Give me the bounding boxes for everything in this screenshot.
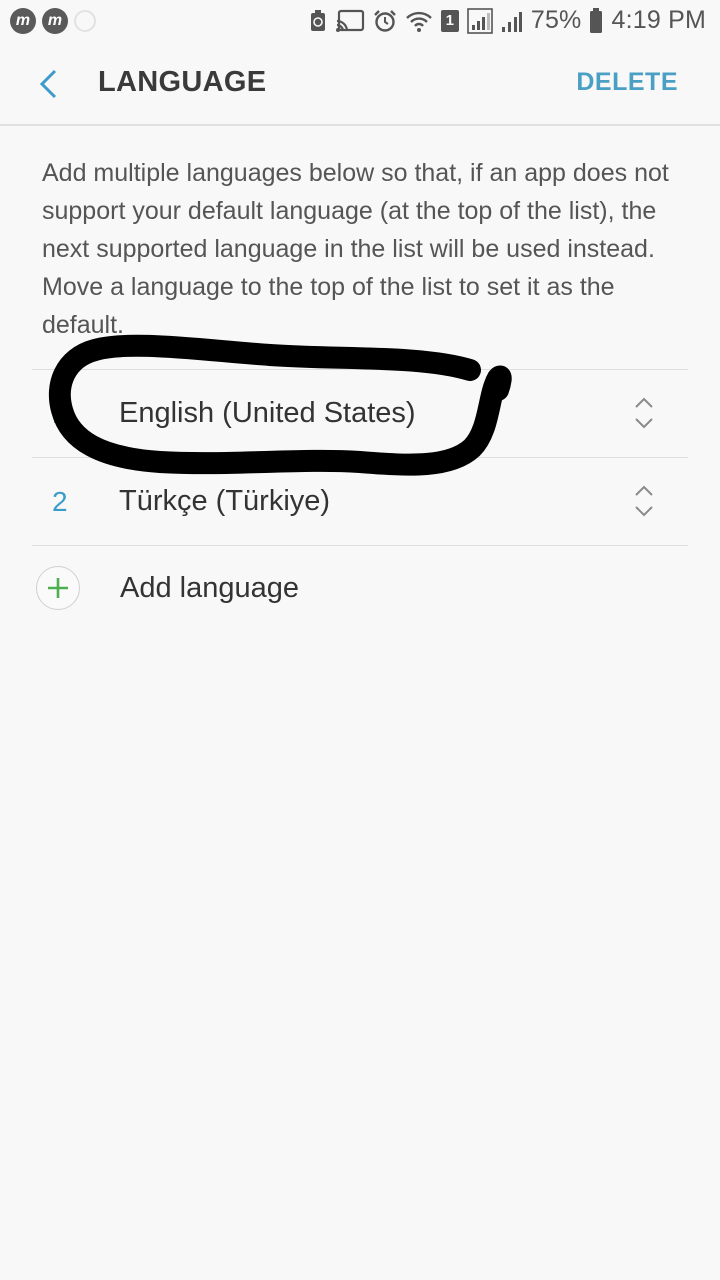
- add-language-button[interactable]: Add language: [36, 564, 299, 612]
- reorder-handle-icon[interactable]: [632, 484, 656, 518]
- m-app-icon: m: [42, 8, 68, 34]
- language-settings-screen: m m 1 75% 4:19 PM LANGUAGE DELETE Add mu…: [0, 0, 720, 1280]
- language-index: 1: [52, 398, 68, 429]
- app-bar: LANGUAGE DELETE: [0, 44, 720, 126]
- add-language-label: Add language: [120, 571, 299, 604]
- back-button[interactable]: [28, 62, 68, 106]
- status-bar-left: m m: [10, 8, 96, 34]
- description-text: Add multiple languages below so that, if…: [42, 159, 669, 339]
- battery-percent: 75%: [530, 6, 582, 34]
- sync-icon: [309, 9, 327, 33]
- clock-time: 4:19 PM: [611, 6, 706, 34]
- m-app-icon: m: [10, 8, 36, 34]
- reorder-handle-icon[interactable]: [632, 396, 656, 430]
- status-bar: m m 1 75% 4:19 PM: [0, 0, 720, 44]
- signal-icon: [467, 7, 493, 34]
- language-index: 2: [52, 486, 68, 517]
- signal-icon: [501, 9, 523, 33]
- page-title: LANGUAGE: [98, 66, 267, 98]
- language-name: Türkçe (Türkiye): [119, 485, 331, 517]
- language-name: English (United States): [119, 397, 416, 429]
- wifi-icon: [405, 9, 433, 33]
- status-bar-right: 1 75% 4:19 PM: [309, 6, 706, 35]
- chevron-left-icon: [39, 69, 57, 99]
- alarm-icon: [373, 9, 397, 33]
- plus-icon: [36, 566, 80, 610]
- delete-button[interactable]: DELETE: [576, 68, 678, 97]
- sim-icon: 1: [440, 9, 459, 32]
- language-row-turkish[interactable]: 2 Türkçe (Türkiye): [32, 457, 688, 546]
- language-list: 1 English (United States) 2 Türkçe (Türk…: [32, 369, 688, 546]
- ghost-circle-icon: [74, 10, 96, 32]
- cast-icon: [335, 9, 365, 33]
- battery-icon: [589, 7, 603, 34]
- language-row-english[interactable]: 1 English (United States): [32, 369, 688, 457]
